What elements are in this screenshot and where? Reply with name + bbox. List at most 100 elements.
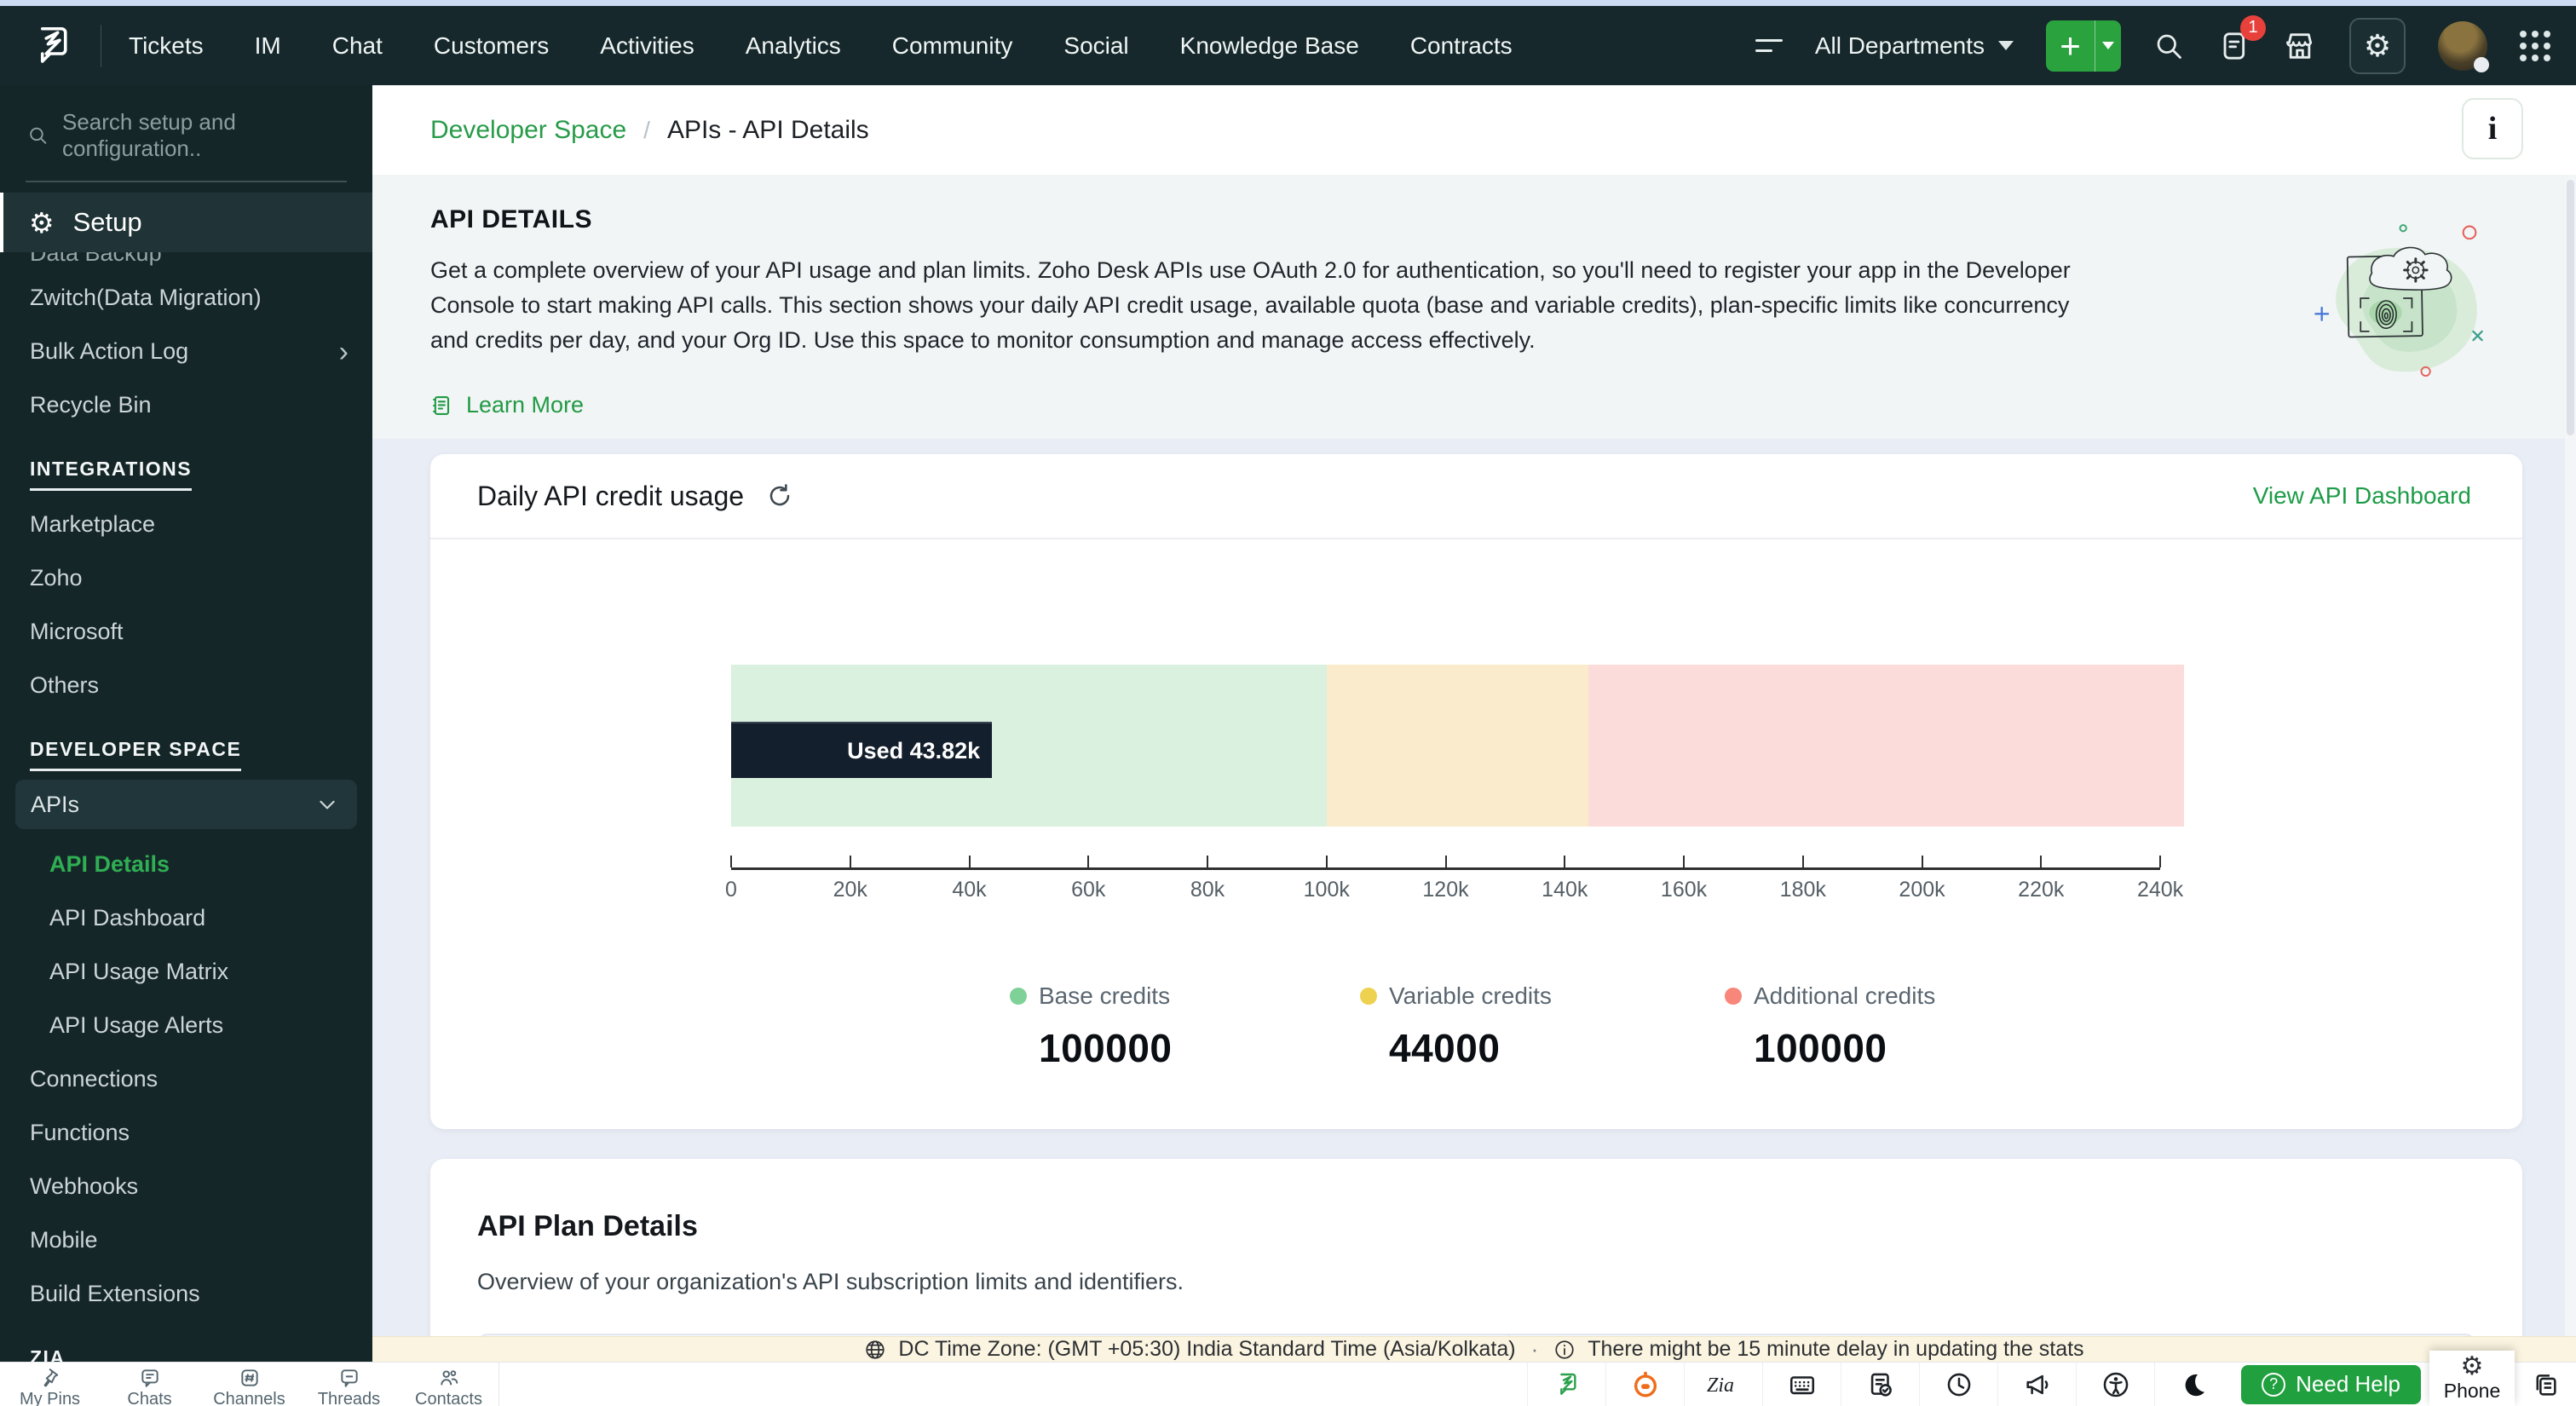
sidebar-item-apis[interactable]: APIs xyxy=(15,780,357,829)
taskbar-history-button[interactable] xyxy=(1919,1363,1997,1406)
vertical-scrollbar[interactable] xyxy=(2565,175,2576,1336)
usage-card-title: Daily API credit usage xyxy=(477,481,744,512)
used-credits-bar: Used 43.82k xyxy=(731,722,992,778)
nav-tab-analytics[interactable]: Analytics xyxy=(746,32,841,60)
sidebar-subitem-api-details[interactable]: API Details xyxy=(0,838,372,891)
sidebar-item-zoho[interactable]: Zoho xyxy=(0,551,372,605)
page-title: API DETAILS xyxy=(430,205,2576,234)
nav-tab-tickets[interactable]: Tickets xyxy=(129,32,204,60)
taskbar-item-chats[interactable]: Chats xyxy=(100,1363,199,1406)
taskbar-accessibility-button[interactable] xyxy=(2076,1363,2154,1406)
taskbar-night-mode-button[interactable] xyxy=(2154,1363,2233,1406)
axis-tick xyxy=(2040,856,2042,867)
sidebar-item-marketplace[interactable]: Marketplace xyxy=(0,498,372,551)
user-avatar[interactable] xyxy=(2438,21,2487,71)
taskbar-zia-bot-button[interactable] xyxy=(1605,1363,1684,1406)
axis-tick-label: 220k xyxy=(2018,878,2064,902)
sidebar-subitem-api-usage-alerts[interactable]: API Usage Alerts xyxy=(0,999,372,1052)
nav-tab-social[interactable]: Social xyxy=(1063,32,1128,60)
zia-script-icon: Zia xyxy=(1705,1372,1743,1397)
plan-card-title: API Plan Details xyxy=(477,1210,2475,1243)
quick-create-button[interactable]: + xyxy=(2046,20,2121,72)
taskbar-announcements-button[interactable] xyxy=(1997,1363,2076,1406)
taskbar-item-contacts[interactable]: Contacts xyxy=(399,1363,498,1406)
phone-panel-button[interactable]: ⚙ Phone xyxy=(2429,1351,2515,1406)
department-selector[interactable]: All Departments xyxy=(1815,32,2014,60)
nav-tab-knowledge-base[interactable]: Knowledge Base xyxy=(1180,32,1359,60)
sidebar-item-connections[interactable]: Connections xyxy=(0,1052,372,1106)
nav-right-cluster: All Departments + 1 xyxy=(1755,18,2550,74)
setup-gear-button[interactable]: ⚙ xyxy=(2349,18,2406,74)
sidebar-item-microsoft[interactable]: Microsoft xyxy=(0,605,372,659)
sidebar-item-label: Webhooks xyxy=(30,1173,138,1200)
setup-sidebar: Search setup and configuration.. ⚙ Setup… xyxy=(0,85,372,1362)
sidebar-item-zwitch-data-migration[interactable]: Zwitch(Data Migration) xyxy=(0,271,372,325)
used-credits-label: Used 43.82k xyxy=(847,738,980,764)
setup-search-placeholder: Search setup and configuration.. xyxy=(62,109,347,162)
taskbar-desk-logo-button[interactable] xyxy=(1527,1363,1605,1406)
sidebar-item-label: Bulk Action Log xyxy=(30,338,188,365)
sidebar-subitem-api-dashboard[interactable]: API Dashboard xyxy=(0,891,372,945)
band-additional-credits xyxy=(1588,665,2184,827)
taskbar-tasks-button[interactable] xyxy=(1841,1363,1919,1406)
nav-tab-customers[interactable]: Customers xyxy=(434,32,549,60)
global-search-button[interactable] xyxy=(2153,31,2184,61)
sidebar-subitem-api-usage-matrix[interactable]: API Usage Matrix xyxy=(0,945,372,999)
sidebar-setup-header[interactable]: ⚙ Setup xyxy=(0,193,372,252)
view-api-dashboard-link[interactable]: View API Dashboard xyxy=(2253,482,2471,510)
setup-search-input[interactable]: Search setup and configuration.. xyxy=(26,102,347,182)
notifications-button[interactable]: 1 xyxy=(2216,29,2250,63)
axis-tick-label: 40k xyxy=(952,878,986,902)
department-list-icon[interactable] xyxy=(1755,39,1783,52)
notification-count-badge: 1 xyxy=(2240,15,2266,41)
taskbar-item-my-pins[interactable]: My Pins xyxy=(0,1363,100,1406)
sidebar-item-recycle-bin[interactable]: Recycle Bin xyxy=(0,378,372,432)
apps-grid-icon[interactable] xyxy=(2520,31,2550,61)
nav-tab-chat[interactable]: Chat xyxy=(332,32,383,60)
taskbar-copy-pages-button[interactable] xyxy=(2515,1363,2576,1406)
taskbar-item-label: My Pins xyxy=(20,1390,80,1406)
contacts-icon xyxy=(438,1367,460,1389)
sidebar-item-mobile[interactable]: Mobile xyxy=(0,1213,372,1267)
nav-tab-im[interactable]: IM xyxy=(255,32,281,60)
page-info-button[interactable]: i xyxy=(2462,98,2523,159)
page-description: Get a complete overview of your API usag… xyxy=(430,253,2079,358)
plus-icon[interactable]: + xyxy=(2046,20,2095,72)
nav-tab-community[interactable]: Community xyxy=(892,32,1013,60)
sidebar-developer-items: Connections Functions Webhooks Mobile Build … xyxy=(0,1052,372,1321)
sidebar-item-data-backup-clipped[interactable]: Data Backup xyxy=(0,252,372,271)
legend-dot-icon xyxy=(1010,988,1027,1005)
chevron-down-icon xyxy=(316,793,338,815)
axis-tick-label: 160k xyxy=(1661,878,1707,902)
presence-dot xyxy=(2474,57,2489,72)
api-illustration xyxy=(2309,187,2510,410)
taskbar-item-threads[interactable]: Threads xyxy=(299,1363,399,1406)
sidebar-item-others[interactable]: Others xyxy=(0,659,372,712)
learn-more-link[interactable]: Learn More xyxy=(430,392,584,418)
need-help-button[interactable]: ? Need Help xyxy=(2241,1365,2421,1404)
sidebar-item-label: Mobile xyxy=(30,1227,98,1253)
taskbar-keyboard-button[interactable] xyxy=(1762,1363,1841,1406)
sidebar-item-build-extensions[interactable]: Build Extensions xyxy=(0,1267,372,1321)
delay-note-text: There might be 15 minute delay in updati… xyxy=(1588,1337,2083,1362)
marketplace-store-button[interactable] xyxy=(2283,29,2317,63)
breadcrumb-separator: / xyxy=(643,117,650,144)
main-content: Developer Space / APIs - API Details i A… xyxy=(372,85,2576,1362)
axis-tick xyxy=(1087,856,1089,867)
legend-dot-icon xyxy=(1725,988,1742,1005)
refresh-icon[interactable] xyxy=(766,482,793,510)
taskbar-zia-script-button[interactable]: Zia xyxy=(1684,1363,1762,1406)
nav-tab-contracts[interactable]: Contracts xyxy=(1410,32,1513,60)
moon-icon xyxy=(2181,1371,2208,1398)
sidebar-item-label: Zwitch(Data Migration) xyxy=(30,285,262,311)
sidebar-item-label: Connections xyxy=(30,1066,158,1092)
nav-tab-activities[interactable]: Activities xyxy=(600,32,694,60)
sidebar-item-bulk-action-log[interactable]: Bulk Action Log› xyxy=(0,325,372,378)
quick-create-dropdown[interactable] xyxy=(2095,20,2121,72)
taskbar-item-channels[interactable]: Channels xyxy=(199,1363,299,1406)
zoho-desk-logo-icon[interactable] xyxy=(26,23,78,69)
sidebar-item-functions[interactable]: Functions xyxy=(0,1106,372,1160)
breadcrumb-parent[interactable]: Developer Space xyxy=(430,116,626,145)
sidebar-item-webhooks[interactable]: Webhooks xyxy=(0,1160,372,1213)
svg-text:Zia: Zia xyxy=(1707,1374,1734,1397)
